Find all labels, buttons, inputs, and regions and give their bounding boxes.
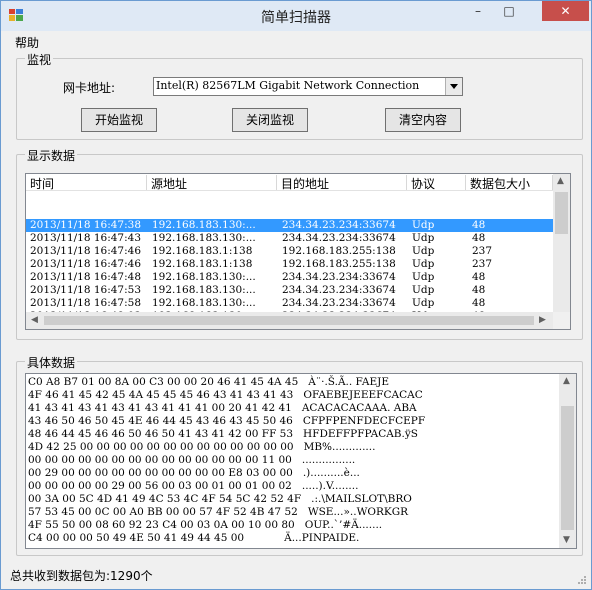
hex-line: 57 53 45 00 0C 00 A0 BB 00 00 57 4F 52 4… (28, 506, 409, 518)
hex-line: 43 46 50 46 50 45 4E 46 44 45 43 46 43 4… (28, 415, 426, 427)
table-cell: 234.34.23.234:33674 (282, 219, 396, 231)
start-monitor-button[interactable]: 开始监视 (81, 108, 157, 132)
table-cell: 192.168.183.130:... (152, 284, 256, 296)
hex-line: 4F 55 50 00 08 60 92 23 C4 00 03 0A 00 1… (28, 519, 383, 531)
hex-line: 00 3A 00 5C 4D 41 49 4C 53 4C 4F 54 5C 4… (28, 493, 412, 505)
table-row[interactable]: 2013/11/18 16:47:58 192.168.183.130:... 23… (26, 297, 553, 310)
list-vertical-scroll-thumb[interactable] (555, 192, 568, 234)
table-cell: 2013/11/18 16:47:58 (30, 297, 142, 309)
status-text: 总共收到数据包为:1290个 (10, 569, 153, 583)
table-row[interactable]: 2013/11/18 16:47:48 192.168.183.130:... 23… (26, 271, 553, 284)
nic-select[interactable]: Intel(R) 82567LM Gigabit Network Connect… (153, 77, 463, 96)
table-cell: 192.168.183.255:138 (282, 258, 396, 270)
table-cell: 48 (472, 297, 486, 309)
table-cell: 192.168.183.1:138 (152, 245, 253, 257)
hex-line: 00 00 00 00 00 00 00 00 00 00 00 00 00 0… (28, 454, 356, 466)
table-cell: 48 (472, 232, 486, 244)
chevron-down-icon[interactable] (445, 78, 462, 95)
column-header-destination[interactable]: 目的地址 (277, 175, 407, 190)
hex-line: 4F 46 41 45 42 45 4A 45 45 45 46 43 41 4… (28, 389, 423, 401)
table-cell: 192.168.183.255:138 (282, 245, 396, 257)
title-bar[interactable]: 简单扫描器 – □ ✕ (1, 1, 591, 31)
list-vertical-scrollbar[interactable]: ▲ (553, 174, 570, 312)
list-horizontal-scroll-thumb[interactable] (44, 316, 534, 325)
table-cell: 192.168.183.1:138 (152, 258, 253, 270)
detail-group-label: 具体数据 (25, 354, 78, 371)
table-cell: 234.34.23.234:33674 (282, 232, 396, 244)
close-button[interactable]: ✕ (542, 1, 589, 21)
table-cell: Udp (412, 258, 435, 270)
hex-line: 4D 42 25 00 00 00 00 00 00 00 00 00 00 0… (28, 441, 376, 453)
hex-line: C4 00 00 00 50 49 4E 50 41 49 44 45 00 Ä… (28, 532, 360, 544)
column-header-source[interactable]: 源地址 (147, 175, 277, 190)
detail-textbox[interactable]: C0 A8 B7 01 00 8A 00 C3 00 00 20 46 41 4… (25, 373, 577, 549)
column-header-protocol[interactable]: 协议 (407, 175, 466, 190)
hex-line: 00 00 00 00 00 29 00 56 00 03 00 01 00 0… (28, 480, 359, 492)
resize-grip-icon[interactable] (577, 575, 587, 585)
detail-scroll-thumb[interactable] (561, 406, 574, 530)
packet-list-header: 时间 源地址 目的地址 协议 数据包大小 (26, 174, 553, 191)
nic-label: 网卡地址: (63, 81, 116, 95)
table-cell: 2013/11/18 16:47:43 (30, 232, 142, 244)
hex-line: 41 43 41 43 41 43 41 43 41 41 41 00 20 4… (28, 402, 417, 414)
table-cell: 2013/11/18 16:47:46 (30, 258, 142, 270)
column-header-time[interactable]: 时间 (26, 175, 147, 190)
table-cell: Udp (412, 245, 435, 257)
hex-line: 48 46 44 45 46 46 50 46 50 41 43 41 42 0… (28, 428, 418, 440)
table-cell: Udp (412, 297, 435, 309)
main-window: 简单扫描器 – □ ✕ 帮助 监视 网卡地址: Intel(R) 82567LM… (0, 0, 592, 590)
hex-line: 00 29 00 00 00 00 00 00 00 00 00 00 E8 0… (28, 467, 360, 479)
table-cell: 48 (472, 284, 486, 296)
table-cell: 234.34.23.234:33674 (282, 271, 396, 283)
table-cell: Udp (412, 232, 435, 244)
table-cell: 192.168.183.130:... (152, 297, 256, 309)
scroll-right-icon[interactable]: ▶ (539, 315, 546, 325)
table-cell: 192.168.183.130:... (152, 219, 256, 231)
list-horizontal-scrollbar[interactable]: ◀ ▶ (26, 312, 553, 329)
table-row[interactable]: 2013/11/18 16:47:46 192.168.183.1:138 192.… (26, 258, 553, 271)
table-cell: Udp (412, 284, 435, 296)
scroll-down-icon[interactable]: ▼ (563, 535, 570, 545)
table-row[interactable]: 2013/11/18 16:47:53 192.168.183.130:... 23… (26, 284, 553, 297)
detail-vertical-scrollbar[interactable]: ▲ ▼ (559, 374, 576, 548)
scroll-left-icon[interactable]: ◀ (31, 315, 38, 325)
menu-help[interactable]: 帮助 (15, 34, 39, 51)
table-row[interactable]: 2013/11/18 16:47:46 192.168.183.1:138 192.… (26, 245, 553, 258)
maximize-button[interactable]: □ (496, 1, 522, 21)
table-cell: 2013/11/18 16:47:48 (30, 271, 142, 283)
table-cell: 237 (472, 245, 493, 257)
table-cell: 237 (472, 258, 493, 270)
menu-bar: 帮助 (1, 32, 591, 50)
monitor-group-label: 监视 (25, 51, 54, 68)
table-cell: 234.34.23.234:33674 (282, 284, 396, 296)
minimize-button[interactable]: – (465, 1, 491, 21)
packet-list[interactable]: 时间 源地址 目的地址 协议 数据包大小 2013/11/18 16:47:38… (25, 173, 571, 330)
scroll-up-icon[interactable]: ▲ (563, 376, 570, 386)
stop-monitor-button[interactable]: 关闭监视 (232, 108, 308, 132)
table-cell: 48 (472, 271, 486, 283)
table-cell: Udp (412, 219, 435, 231)
scroll-up-icon[interactable]: ▲ (557, 176, 564, 186)
table-row[interactable]: 2013/11/18 16:47:43 192.168.183.130:... 23… (26, 232, 553, 245)
table-cell: 48 (472, 219, 486, 231)
nic-select-value: Intel(R) 82567LM Gigabit Network Connect… (156, 79, 420, 92)
table-cell: 192.168.183.130:... (152, 232, 256, 244)
display-group-label: 显示数据 (25, 147, 78, 164)
hex-line: C0 A8 B7 01 00 8A 00 C3 00 00 20 46 41 4… (28, 376, 390, 388)
column-header-size[interactable]: 数据包大小 (466, 175, 553, 190)
table-cell: 2013/11/18 16:47:53 (30, 284, 142, 296)
table-cell: 234.34.23.234:33674 (282, 297, 396, 309)
table-row[interactable]: 2013/11/18 16:47:38 192.168.183.130:... 23… (26, 219, 553, 232)
clear-content-button[interactable]: 清空内容 (385, 108, 461, 132)
table-cell: Udp (412, 271, 435, 283)
table-cell: 2013/11/18 16:47:38 (30, 219, 142, 231)
scroll-corner (553, 312, 570, 329)
table-cell: 192.168.183.130:... (152, 271, 256, 283)
table-cell: 2013/11/18 16:47:46 (30, 245, 142, 257)
